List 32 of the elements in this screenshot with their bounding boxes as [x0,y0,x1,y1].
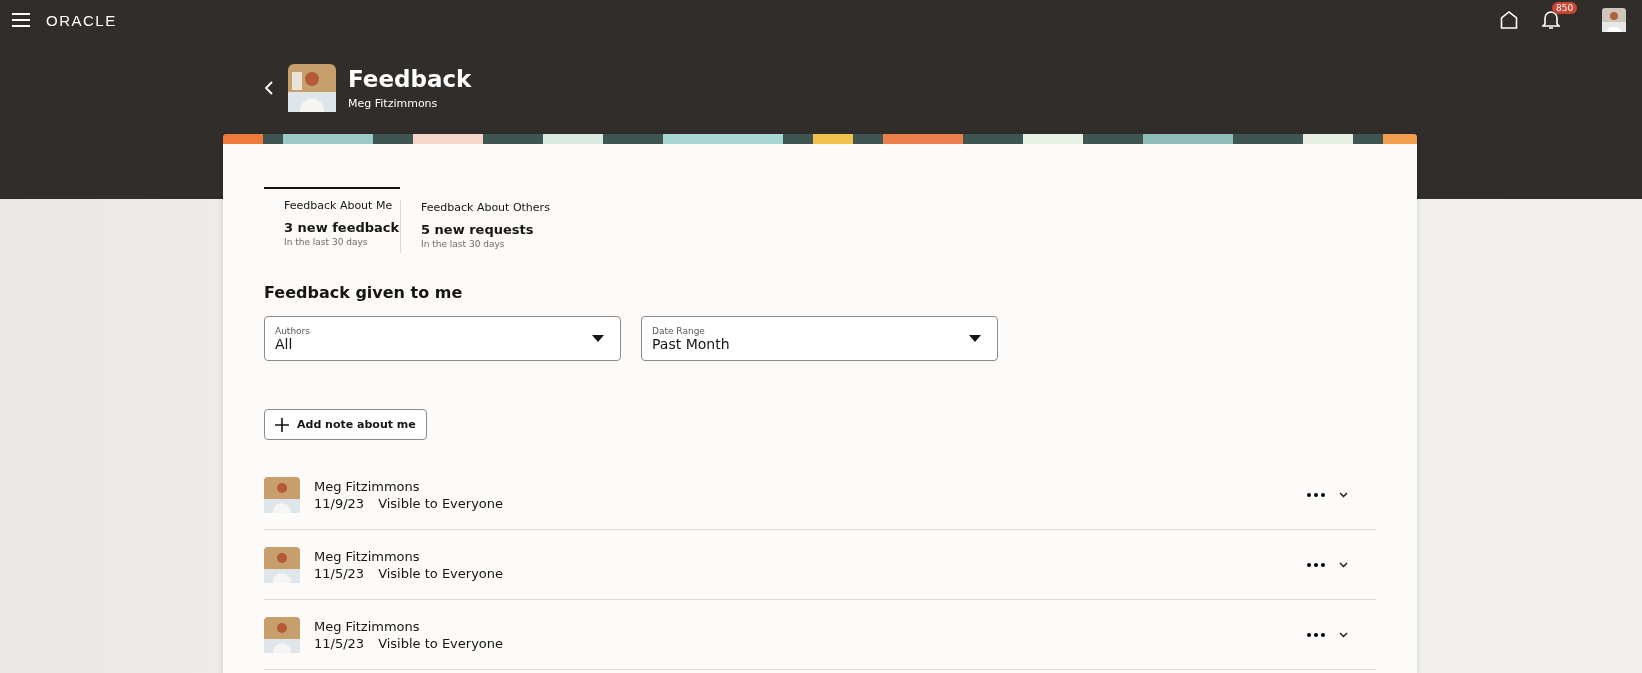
employee-name: Meg Fitzimmons [348,97,439,110]
tab[interactable]: Feedback About Others 5 new requests In the last 30 days [400,199,611,253]
feedback-date: 11/5/23 [314,635,365,651]
plus-icon [275,417,289,432]
page-title: Feedback [348,66,472,92]
section-heading: Feedback given to me [264,283,464,302]
dropdown-field[interactable]: Date Range Past Month [641,316,998,361]
more-icon[interactable] [1307,632,1325,637]
more-icon[interactable] [1307,492,1325,497]
visibility-text: Visible to Everyone [378,495,504,511]
feedback-date: 11/5/23 [314,565,365,581]
dropdown-field[interactable]: Authors All [264,316,621,361]
add-note-button[interactable]: Add note about me [264,409,427,440]
bell-icon[interactable] [1542,10,1560,30]
visibility-text: Visible to Everyone [378,635,504,651]
author-name: Meg Fitzimmons [314,548,421,564]
menu-icon[interactable] [12,13,30,27]
chevron-icon[interactable] [1339,561,1348,568]
visibility-text: Visible to Everyone [378,565,504,581]
chevron-icon[interactable] [1339,631,1348,638]
caret-icon [592,335,604,342]
author-name: Meg Fitzimmons [314,618,421,634]
logo[interactable]: ORACLE [46,11,117,29]
author-name: Meg Fitzimmons [314,478,421,494]
back-icon[interactable] [264,81,274,95]
notification-badge: 850 [1552,2,1578,14]
feedback-date: 11/9/23 [314,495,365,511]
more-icon[interactable] [1307,562,1325,567]
tab[interactable]: Feedback About Me 3 new feedback In the last 30 days [264,187,400,253]
caret-icon [969,335,981,342]
home-icon[interactable] [1500,11,1518,29]
chevron-icon[interactable] [1339,491,1348,498]
